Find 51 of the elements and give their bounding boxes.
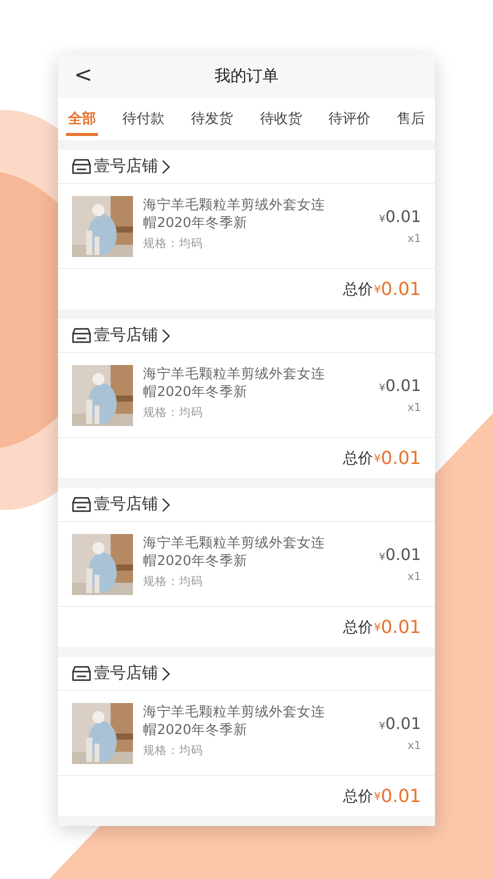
chevron-right-icon <box>161 328 170 344</box>
currency-symbol: ¥ <box>379 383 386 394</box>
product-price: 0.01 <box>385 714 421 733</box>
currency-symbol: ¥ <box>374 620 381 634</box>
total-label: 总价 <box>342 280 373 298</box>
product-spec: 规格：均码 <box>143 236 204 251</box>
product-name: 海宁羊毛颗粒羊剪绒外套女连帽2020年冬季新 <box>143 534 326 570</box>
product-price: 0.01 <box>385 376 421 395</box>
product-name: 海宁羊毛颗粒羊剪绒外套女连帽2020年冬季新 <box>143 365 326 401</box>
currency-symbol: ¥ <box>374 452 381 464</box>
order-tab[interactable]: 待发货 <box>189 102 236 136</box>
chevron-right-icon <box>161 158 170 174</box>
store-icon <box>72 158 91 175</box>
currency-symbol: ¥ <box>374 790 381 802</box>
order-tab[interactable]: 待评价 <box>326 102 372 136</box>
store-name[interactable]: 壹号店铺 <box>94 156 158 177</box>
product-name: 海宁羊毛颗粒羊剪绒外套女连帽2020年冬季新 <box>143 196 326 232</box>
chevron-right-icon <box>161 666 170 682</box>
currency-symbol: ¥ <box>379 721 386 732</box>
page-title: 我的订单 <box>214 66 278 87</box>
chevron-right-icon <box>161 496 170 512</box>
store-icon <box>72 496 91 513</box>
total-price: 0.01 <box>380 616 421 638</box>
quantity: x1 <box>407 739 421 752</box>
back-button[interactable]: < <box>70 63 96 88</box>
currency-symbol: ¥ <box>379 214 386 225</box>
product-spec: 规格：均码 <box>143 743 204 758</box>
total-price: 0.01 <box>380 278 421 300</box>
total-label: 总价 <box>342 618 373 636</box>
currency-symbol: ¥ <box>374 282 381 296</box>
product-price: 0.01 <box>385 545 421 564</box>
store-name[interactable]: 壹号店铺 <box>94 663 158 684</box>
store-icon <box>72 665 91 682</box>
currency-symbol: ¥ <box>379 552 386 563</box>
order-tab[interactable]: 待收货 <box>258 102 304 136</box>
product-spec: 规格：均码 <box>143 574 204 589</box>
store-name[interactable]: 壹号店铺 <box>94 325 158 346</box>
total-label: 总价 <box>342 448 373 468</box>
store-icon <box>72 327 91 344</box>
quantity: x1 <box>407 570 421 583</box>
product-spec: 规格：均码 <box>143 405 204 420</box>
total-price: 0.01 <box>380 448 421 468</box>
product-price: 0.01 <box>385 207 421 226</box>
order-tab[interactable]: 待付款 <box>120 102 167 136</box>
product-name: 海宁羊毛颗粒羊剪绒外套女连帽2020年冬季新 <box>143 703 326 739</box>
order-tab[interactable]: 售后 <box>394 102 427 136</box>
total-label: 总价 <box>342 786 373 806</box>
total-price: 0.01 <box>380 786 421 806</box>
quantity: x1 <box>407 401 421 414</box>
store-name[interactable]: 壹号店铺 <box>94 494 158 515</box>
quantity: x1 <box>407 232 421 245</box>
